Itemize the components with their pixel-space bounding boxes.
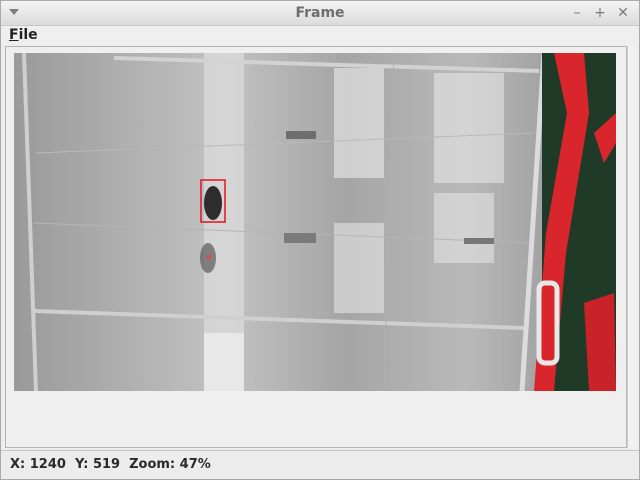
cursor-y-readout: Y: 519 [74,457,121,472]
maximize-icon[interactable]: + [591,4,609,22]
arena-object [286,131,316,139]
arena-edge [33,309,525,330]
menu-file-label: ile [18,27,38,43]
close-icon[interactable]: ✕ [614,4,632,22]
arena-edge [22,53,38,391]
light-reflection [334,68,384,178]
arena-object [284,233,316,243]
arena-edge [113,56,540,73]
menu-item-file[interactable]: File [9,26,38,44]
zoom-readout: Zoom: 47% [129,457,211,472]
light-reflection [204,333,244,391]
bag-red-strap [584,293,616,391]
minimize-icon[interactable]: – [568,4,586,22]
light-reflection [434,193,494,263]
video-frame-image[interactable] [14,53,616,391]
menu-file-mnemonic: F [9,27,19,43]
vertical-scrollbar[interactable] [627,46,636,448]
video-frame-drawing [22,53,616,391]
status-bar: X: 1240 Y: 519 Zoom: 47% [1,450,639,479]
light-reflection [434,73,504,183]
window-title: Frame [295,5,345,21]
application-window: Frame – + ✕ File X: 1240 Y: 519 Zoom: 47… [0,0,640,480]
title-bar[interactable]: Frame – + ✕ [1,1,639,26]
status-text: X: 1240 Y: 519 Zoom: 47% [10,457,220,472]
arena-seam [383,53,395,391]
cursor-x-readout: X: 1240 [10,457,66,472]
mouse-reflection-marker [206,254,212,260]
mouse-subject [204,186,222,220]
menu-bar: File [1,26,639,44]
arena-object [464,238,494,244]
